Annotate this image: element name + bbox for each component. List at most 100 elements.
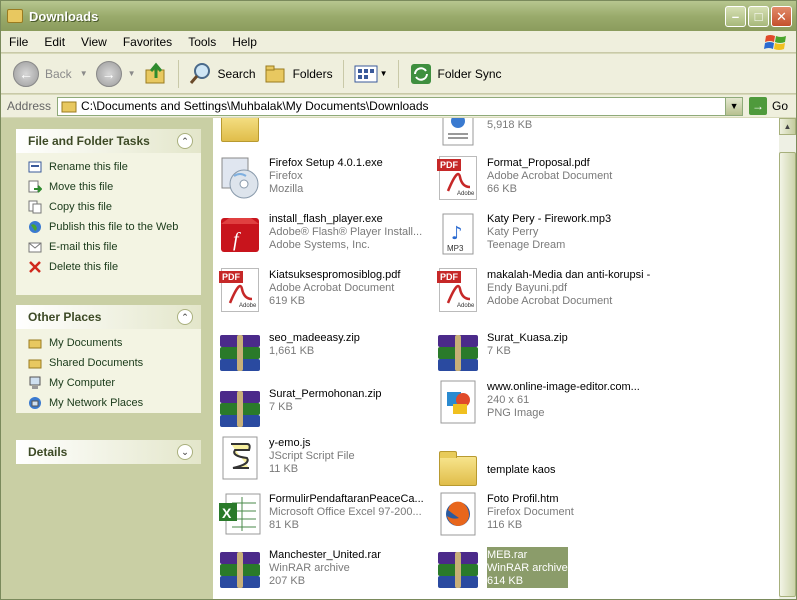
file-text: Surat_Kuasa.zip 7 KB: [487, 330, 568, 358]
file-info: 7 KB: [269, 401, 293, 413]
file-item[interactable]: PDF Adobe makalah-Media dan anti-korupsi -…: [435, 267, 655, 313]
collapse-chevron-icon[interactable]: ⌃: [177, 133, 193, 149]
close-button[interactable]: ✕: [771, 6, 792, 27]
file-text: Surat_Permohonan.zip 7 KB: [269, 386, 382, 414]
copy-file-link[interactable]: Copy this file: [28, 197, 201, 217]
file-folder-tasks-header[interactable]: File and Folder Tasks ⌃: [16, 129, 201, 153]
file-info: Katy Perry: [487, 226, 539, 238]
details-panel: Details ⌄: [16, 440, 201, 464]
menu-edit[interactable]: Edit: [36, 35, 73, 49]
file-name: Katy Pery - Firework.mp3: [487, 213, 612, 225]
file-item[interactable]: template kaos: [435, 448, 655, 494]
menu-favorites[interactable]: Favorites: [115, 35, 180, 49]
menu-bar: File Edit View Favorites Tools Help: [1, 31, 796, 53]
zip-file-icon: [435, 547, 481, 593]
file-item[interactable]: Surat_Permohonan.zip 7 KB: [217, 386, 437, 432]
publish-web-link[interactable]: Publish this file to the Web: [28, 217, 201, 237]
file-item[interactable]: PDF Adobe Format_Proposal.pdf Adobe Acrobat…: [435, 155, 655, 201]
folders-button[interactable]: Folders: [260, 58, 337, 90]
back-label: Back: [45, 66, 72, 81]
file-item[interactable]: X FormulirPendaftaranPeaceCa... Microsoft …: [217, 491, 437, 537]
file-list: Ant Videos XML Document5,918 KB Firefox Se…: [213, 118, 779, 599]
expand-chevron-icon[interactable]: ⌄: [177, 444, 193, 460]
collapse-chevron-icon[interactable]: ⌃: [177, 309, 193, 325]
firefox-file-icon: [435, 491, 481, 537]
panel-title: Other Places: [28, 310, 102, 324]
file-item[interactable]: Foto Profil.htm Firefox Document 116 KB: [435, 491, 655, 537]
file-name: install_flash_player.exe: [269, 213, 383, 225]
file-name: Surat_Permohonan.zip: [269, 388, 382, 400]
file-item[interactable]: XML Document5,918 KB: [435, 118, 655, 150]
file-item[interactable]: f install_flash_player.exe Adobe® Flash® P…: [217, 211, 437, 257]
address-dropdown-icon[interactable]: ▼: [725, 97, 743, 115]
file-name: Format_Proposal.pdf: [487, 157, 590, 169]
cd-file-icon: [217, 155, 263, 201]
shared-documents-link[interactable]: Shared Documents: [28, 353, 201, 373]
file-text: FormulirPendaftaranPeaceCa... Microsoft O…: [269, 491, 424, 532]
zip-file-icon: [217, 386, 263, 432]
back-dropdown-icon[interactable]: ▼: [80, 69, 88, 78]
file-item[interactable]: seo_madeeasy.zip 1,661 KB: [217, 330, 437, 376]
task-pane: File and Folder Tasks ⌃ Rename this file …: [1, 118, 213, 599]
file-text: Format_Proposal.pdf Adobe Acrobat Documen…: [487, 155, 612, 196]
address-input[interactable]: C:\Documents and Settings\Muhbalak\My Do…: [57, 96, 744, 116]
menu-file[interactable]: File: [1, 35, 36, 49]
folder-sync-button[interactable]: Folder Sync: [405, 58, 506, 90]
window-title: Downloads: [29, 8, 99, 24]
vertical-scrollbar[interactable]: ▲: [779, 118, 796, 599]
file-text: Firefox Setup 4.0.1.exe Firefox Mozilla: [269, 155, 383, 196]
file-text: template kaos: [487, 448, 555, 477]
file-item[interactable]: www.online-image-editor.com... 240 x 61 PN…: [435, 379, 655, 425]
file-info: 207 KB: [269, 575, 306, 587]
rename-file-link[interactable]: Rename this file: [28, 157, 201, 177]
folder-sync-icon: [410, 63, 431, 84]
my-computer-link[interactable]: My Computer: [28, 373, 201, 393]
back-button[interactable]: ← Back ▼: [9, 58, 92, 90]
file-item[interactable]: ♪ MP3 Katy Pery - Firework.mp3 Katy Perry Te…: [435, 211, 655, 257]
go-button[interactable]: → Go: [749, 97, 788, 115]
file-text: y-emo.js JScript Script File 11 KB: [269, 435, 355, 476]
menu-tools[interactable]: Tools: [180, 35, 224, 49]
file-info: Adobe Acrobat Document: [487, 295, 613, 307]
scroll-thumb[interactable]: [779, 152, 796, 597]
scroll-up-button[interactable]: ▲: [779, 118, 796, 135]
views-button[interactable]: ▼: [350, 58, 392, 90]
file-name: makalah-Media dan anti-korupsi -: [487, 269, 651, 281]
file-text: MEB.rar WinRAR archive 614 KB: [487, 547, 568, 588]
other-places-header[interactable]: Other Places ⌃: [16, 305, 201, 329]
forward-button[interactable]: → ▼: [92, 58, 140, 90]
file-item[interactable]: y-emo.js JScript Script File 11 KB: [217, 435, 437, 481]
search-icon: [189, 62, 210, 84]
delete-file-link[interactable]: Delete this file: [28, 257, 201, 277]
back-arrow-icon: ←: [13, 60, 39, 87]
my-network-places-link[interactable]: My Network Places: [28, 393, 201, 413]
my-documents-link[interactable]: My Documents: [28, 333, 201, 353]
menu-view[interactable]: View: [73, 35, 115, 49]
file-item[interactable]: Ant Videos: [217, 118, 437, 150]
file-item[interactable]: Firefox Setup 4.0.1.exe Firefox Mozilla: [217, 155, 437, 201]
search-button[interactable]: Search: [185, 58, 260, 90]
up-folder-button[interactable]: [140, 58, 172, 90]
file-item[interactable]: PDF Adobe Kiatsuksespromosiblog.pdf Adobe A…: [217, 267, 437, 313]
folders-label: Folders: [292, 66, 333, 81]
forward-dropdown-icon[interactable]: ▼: [128, 69, 136, 78]
maximize-button[interactable]: □: [748, 6, 769, 27]
file-item[interactable]: Manchester_United.rar WinRAR archive 207 K…: [217, 547, 437, 593]
address-bar: Address C:\Documents and Settings\Muhbal…: [1, 95, 796, 117]
email-file-link[interactable]: E-mail this file: [28, 237, 201, 257]
file-text: Foto Profil.htm Firefox Document 116 KB: [487, 491, 574, 532]
title-bar[interactable]: Downloads – □ ✕: [1, 1, 796, 31]
minimize-button[interactable]: –: [725, 6, 746, 27]
file-item[interactable]: MEB.rar WinRAR archive 614 KB: [435, 547, 655, 593]
menu-help[interactable]: Help: [224, 35, 265, 49]
mp3-file-icon: ♪ MP3: [435, 211, 481, 257]
file-name: www.online-image-editor.com...: [487, 381, 640, 393]
rename-icon: [28, 161, 42, 173]
windows-logo-icon: [764, 35, 786, 50]
folders-icon: [265, 65, 285, 82]
email-icon: [28, 242, 42, 253]
file-info: Adobe Acrobat Document: [487, 170, 613, 182]
move-file-link[interactable]: Move this file: [28, 177, 201, 197]
details-header[interactable]: Details ⌄: [16, 440, 201, 464]
file-item[interactable]: Surat_Kuasa.zip 7 KB: [435, 330, 655, 376]
